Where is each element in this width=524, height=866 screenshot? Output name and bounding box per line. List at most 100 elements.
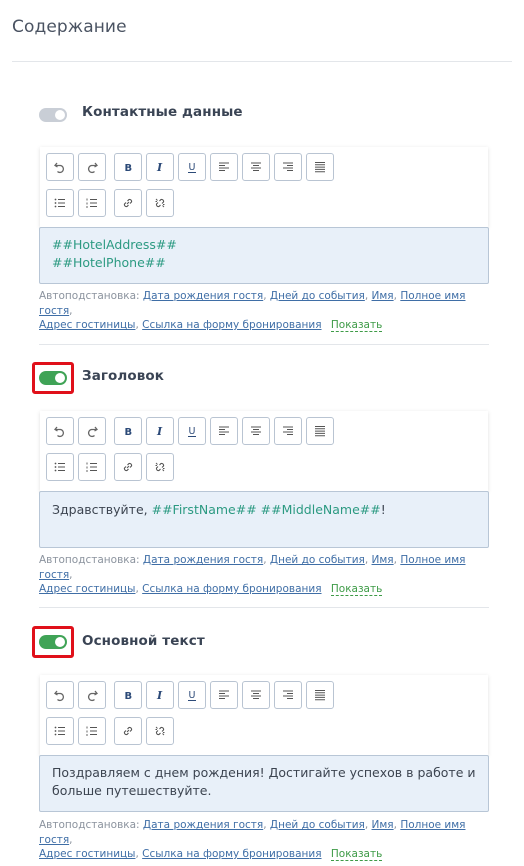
unlink-button[interactable]	[146, 453, 174, 481]
align-justify-button[interactable]	[306, 681, 334, 709]
align-center-icon	[251, 690, 261, 699]
editor-line: ##HotelPhone##	[52, 254, 476, 272]
hint-show-link[interactable]: Показать	[330, 319, 383, 332]
align-right-button[interactable]	[274, 417, 302, 445]
heading-toggle[interactable]	[39, 371, 67, 385]
redo-button[interactable]	[78, 417, 106, 445]
hint-link-booking-form[interactable]: Ссылка на форму бронирования	[142, 848, 321, 860]
hint-link-birthdate[interactable]: Дата рождения гостя	[143, 819, 263, 831]
section-heading-title: Заголовок	[82, 368, 165, 384]
unlink-button[interactable]	[146, 717, 174, 745]
hint-link-booking-form[interactable]: Ссылка на форму бронирования	[142, 583, 321, 595]
hint-link-address[interactable]: Адрес гостиницы	[39, 583, 135, 595]
body-editor[interactable]: Поздравляем с днем рождения! Достигайте …	[39, 755, 489, 812]
contacts-editor[interactable]: ##HotelAddress## ##HotelPhone##	[39, 227, 489, 284]
bold-button[interactable]: B	[114, 681, 142, 709]
hint-link-birthdate[interactable]: Дата рождения гостя	[143, 554, 263, 566]
italic-icon: I	[156, 689, 163, 702]
align-left-button[interactable]	[210, 153, 238, 181]
redo-button[interactable]	[78, 153, 106, 181]
underline-icon: U	[188, 426, 196, 437]
undo-icon	[54, 162, 65, 174]
numbered-list-button[interactable]	[78, 189, 106, 217]
align-center-button[interactable]	[242, 681, 270, 709]
align-center-button[interactable]	[242, 153, 270, 181]
body-toggle[interactable]	[39, 635, 67, 649]
svg-text:I: I	[156, 161, 163, 174]
heading-editor[interactable]: Здравствуйте, ##FirstName## ##MiddleName…	[39, 491, 489, 548]
contacts-toolbar: B I U	[40, 147, 488, 227]
unlink-button[interactable]	[146, 189, 174, 217]
underline-button[interactable]: U	[178, 417, 206, 445]
variable-token: ##MiddleName##	[260, 502, 381, 517]
heading-toolbar: B I U	[40, 411, 488, 491]
hint-link-address[interactable]: Адрес гостиницы	[39, 319, 135, 331]
bold-icon: B	[125, 427, 133, 438]
svg-text:B: B	[125, 691, 133, 702]
variable-token: ##FirstName##	[151, 502, 257, 517]
hint-link-days[interactable]: Дней до события	[270, 554, 365, 566]
align-right-button[interactable]	[274, 681, 302, 709]
editor-line: Поздравляем с днем рождения! Достигайте …	[52, 765, 476, 780]
link-button[interactable]	[114, 717, 142, 745]
align-left-button[interactable]	[210, 417, 238, 445]
section-body-header	[39, 632, 67, 652]
numbered-list-button[interactable]	[78, 453, 106, 481]
hint-show-link[interactable]: Показать	[330, 583, 383, 596]
hint-link-booking-form[interactable]: Ссылка на форму бронирования	[142, 319, 321, 331]
align-right-icon	[283, 690, 293, 699]
svg-text:U: U	[189, 426, 196, 437]
section-body-title: Основной текст	[82, 633, 205, 649]
bullet-list-button[interactable]	[46, 453, 74, 481]
align-left-button[interactable]	[210, 681, 238, 709]
italic-icon: I	[156, 425, 163, 438]
bold-button[interactable]: B	[114, 417, 142, 445]
contacts-toggle[interactable]	[39, 108, 67, 122]
bullet-list-button[interactable]	[46, 717, 74, 745]
numbered-list-icon	[86, 198, 97, 208]
italic-button[interactable]: I	[146, 417, 174, 445]
editor-line: ##HotelAddress##	[52, 236, 476, 254]
italic-button[interactable]: I	[146, 681, 174, 709]
hint-prefix: Автоподстановка:	[39, 819, 140, 831]
hint-link-days[interactable]: Дней до события	[270, 290, 365, 302]
bullet-list-icon	[54, 198, 65, 208]
hint-link-name[interactable]: Имя	[372, 554, 394, 566]
section-contacts-title: Контактные данные	[82, 104, 243, 120]
redo-button[interactable]	[78, 681, 106, 709]
title-divider	[12, 61, 512, 62]
svg-text:B: B	[125, 427, 133, 438]
italic-button[interactable]: I	[146, 153, 174, 181]
section-divider	[39, 344, 489, 345]
hint-link-days[interactable]: Дней до события	[270, 819, 365, 831]
bold-button[interactable]: B	[114, 153, 142, 181]
underline-button[interactable]: U	[178, 153, 206, 181]
redo-icon	[87, 426, 98, 438]
hint-show-link[interactable]: Показать	[330, 848, 383, 861]
section-contacts-header	[39, 105, 67, 125]
align-center-button[interactable]	[242, 417, 270, 445]
undo-button[interactable]	[46, 153, 74, 181]
autofill-hint: Автоподстановка: Дата рождения гостя, Дн…	[39, 290, 466, 332]
bullet-list-button[interactable]	[46, 189, 74, 217]
link-button[interactable]	[114, 453, 142, 481]
link-icon	[123, 462, 133, 472]
align-justify-icon	[315, 426, 325, 437]
align-justify-button[interactable]	[306, 153, 334, 181]
svg-text:I: I	[156, 689, 163, 702]
hint-link-birthdate[interactable]: Дата рождения гостя	[143, 290, 263, 302]
align-justify-button[interactable]	[306, 417, 334, 445]
hint-link-name[interactable]: Имя	[372, 819, 394, 831]
undo-icon	[54, 426, 65, 438]
numbered-list-button[interactable]	[78, 717, 106, 745]
editor-text-end: !	[380, 502, 386, 517]
link-button[interactable]	[114, 189, 142, 217]
bullet-list-icon	[54, 462, 65, 472]
align-right-button[interactable]	[274, 153, 302, 181]
hint-link-address[interactable]: Адрес гостиницы	[39, 848, 135, 860]
undo-button[interactable]	[46, 417, 74, 445]
underline-button[interactable]: U	[178, 681, 206, 709]
hint-link-name[interactable]: Имя	[372, 290, 394, 302]
unlink-icon	[155, 726, 165, 736]
undo-button[interactable]	[46, 681, 74, 709]
